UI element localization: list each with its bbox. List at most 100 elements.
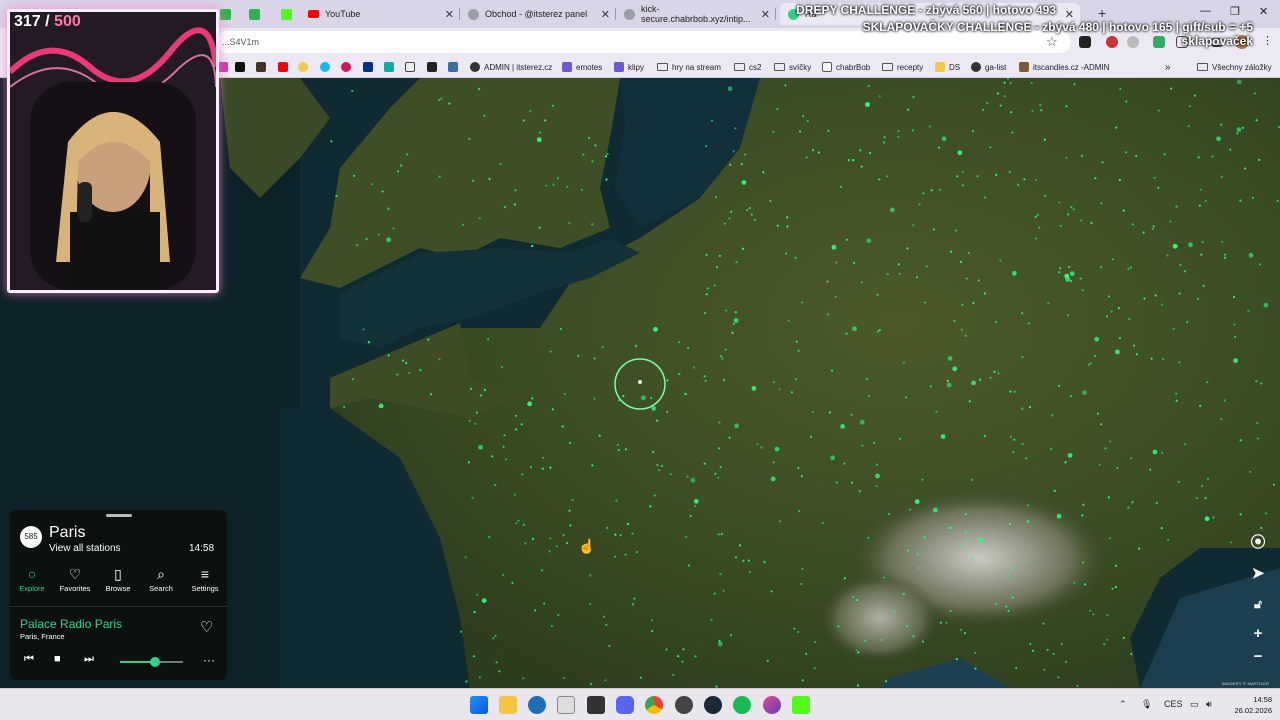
station-dot[interactable] [1066, 314, 1069, 317]
station-dot[interactable] [1166, 254, 1169, 257]
station-dot[interactable] [557, 614, 560, 617]
station-dot[interactable] [770, 590, 773, 593]
station-dot[interactable] [753, 218, 756, 221]
station-dot[interactable] [464, 556, 467, 559]
station-dot[interactable] [1187, 125, 1190, 128]
station-dot[interactable] [778, 520, 781, 523]
station-dot[interactable] [850, 481, 854, 484]
station-dot[interactable] [401, 359, 405, 362]
station-dot[interactable] [1089, 362, 1092, 365]
station-dot[interactable] [1239, 199, 1242, 202]
station-dot[interactable] [735, 261, 738, 264]
station-dot[interactable] [882, 576, 886, 579]
station-dot[interactable] [678, 341, 681, 344]
station-dot[interactable] [729, 163, 732, 166]
station-dot[interactable] [669, 473, 672, 476]
locate-icon[interactable]: ➤ [1246, 562, 1270, 586]
bookmark-icon-only[interactable] [448, 60, 462, 74]
station-dot[interactable] [715, 196, 718, 199]
station-dot[interactable] [740, 163, 743, 166]
station-dot[interactable] [868, 151, 872, 155]
bookmark-klipy[interactable]: klipy [614, 60, 644, 74]
station-dot[interactable] [561, 425, 564, 428]
station-dot[interactable] [971, 558, 974, 561]
station-dot[interactable] [1128, 317, 1131, 321]
station-dot[interactable] [830, 369, 834, 372]
station-dot[interactable] [916, 276, 919, 279]
station-dot[interactable] [978, 537, 984, 543]
bookmark-paypal[interactable] [363, 60, 377, 74]
station-dot[interactable] [830, 455, 835, 461]
station-dot[interactable] [850, 413, 853, 416]
station-dot[interactable] [681, 660, 684, 663]
station-dot[interactable] [495, 661, 498, 664]
station-dot[interactable] [929, 385, 932, 388]
station-dot[interactable] [515, 428, 518, 431]
station-dot[interactable] [1237, 79, 1242, 85]
station-dot[interactable] [397, 170, 400, 173]
station-dot[interactable] [682, 648, 685, 651]
station-dot[interactable] [732, 322, 736, 325]
station-dot[interactable] [1023, 178, 1026, 181]
station-dot[interactable] [641, 395, 646, 401]
station-dot[interactable] [678, 373, 681, 376]
station-dot[interactable] [539, 131, 542, 134]
station-dot[interactable] [801, 679, 804, 682]
station-dot[interactable] [1021, 312, 1024, 315]
new-tab-button[interactable]: + [1098, 5, 1106, 21]
station-dot[interactable] [593, 357, 596, 360]
station-dot[interactable] [888, 513, 891, 516]
station-dot[interactable] [1072, 208, 1075, 211]
station-dot[interactable] [1042, 622, 1045, 625]
station-dot[interactable] [1069, 271, 1075, 277]
station-dot[interactable] [562, 534, 565, 537]
station-dot[interactable] [1115, 564, 1118, 567]
station-dot[interactable] [710, 119, 714, 122]
station-dot[interactable] [1153, 176, 1156, 179]
station-dot[interactable] [1229, 541, 1233, 544]
nav-browse[interactable]: ▯ Browse [96, 564, 140, 600]
station-dot[interactable] [1155, 501, 1158, 505]
station-dot[interactable] [566, 185, 569, 188]
station-dot[interactable] [1125, 100, 1128, 103]
station-dot[interactable] [1125, 151, 1128, 154]
station-dot[interactable] [867, 84, 870, 88]
station-dot[interactable] [1012, 451, 1015, 454]
bookmark-icon-only[interactable] [341, 60, 355, 74]
station-dot[interactable] [1179, 263, 1182, 267]
station-dot[interactable] [1035, 237, 1038, 240]
station-dot[interactable] [1130, 652, 1133, 656]
station-dot[interactable] [976, 175, 979, 178]
station-dot[interactable] [1003, 95, 1006, 98]
volume-knob[interactable] [149, 657, 160, 667]
station-dot[interactable] [939, 621, 942, 624]
station-dot[interactable] [799, 130, 802, 133]
station-dot[interactable] [867, 394, 871, 397]
station-dot[interactable] [438, 175, 441, 178]
station-dot[interactable] [562, 676, 566, 680]
station-dot[interactable] [1106, 638, 1109, 641]
station-dot[interactable] [857, 651, 860, 654]
station-dot[interactable] [1028, 406, 1032, 409]
station-dot[interactable] [1177, 480, 1180, 483]
station-dot[interactable] [683, 392, 687, 395]
station-dot[interactable] [405, 361, 408, 365]
station-dot[interactable] [1220, 417, 1223, 421]
station-dot[interactable] [748, 207, 751, 210]
station-dot[interactable] [949, 609, 952, 613]
station-dot[interactable] [1130, 457, 1133, 460]
station-dot[interactable] [837, 625, 840, 628]
station-dot[interactable] [1058, 271, 1061, 274]
station-dot[interactable] [971, 478, 974, 481]
station-dot[interactable] [335, 195, 338, 198]
station-dot[interactable] [1030, 82, 1033, 85]
station-dot[interactable] [1106, 613, 1109, 617]
station-dot[interactable] [1272, 483, 1275, 486]
station-dot[interactable] [1005, 605, 1008, 608]
station-dot[interactable] [800, 582, 803, 586]
station-dot[interactable] [1049, 447, 1053, 451]
station-dot[interactable] [741, 180, 747, 185]
station-dot[interactable] [756, 443, 759, 446]
station-dot[interactable] [880, 638, 883, 641]
bookmark-ga-list[interactable]: ga-list [971, 60, 1006, 74]
